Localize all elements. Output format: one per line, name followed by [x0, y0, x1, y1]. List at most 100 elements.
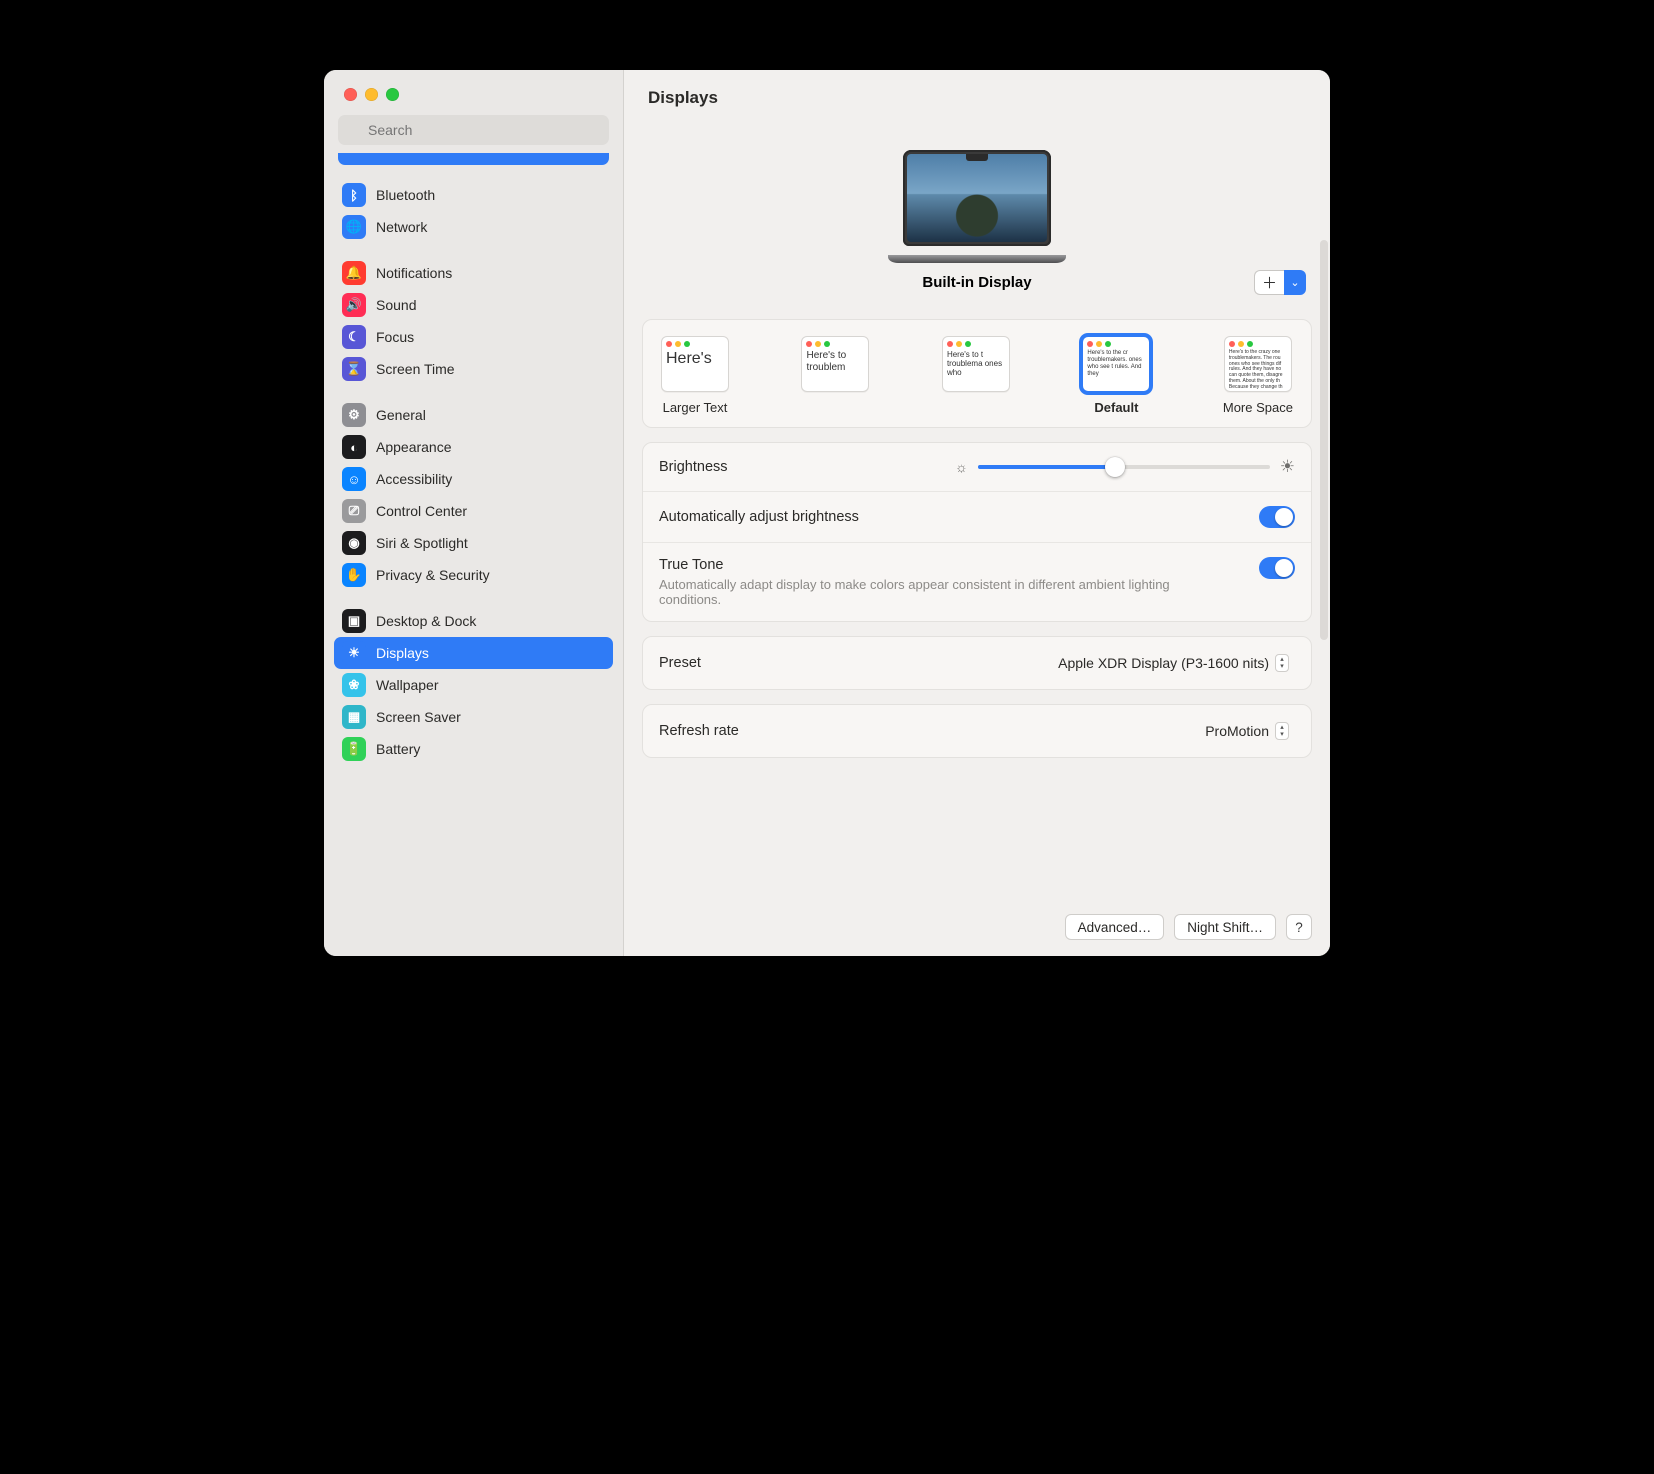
gear-icon: ⚙: [342, 403, 366, 427]
sidebar-item-desktop[interactable]: ▣Desktop & Dock: [334, 605, 613, 637]
switches-icon: ⎚: [342, 499, 366, 523]
moon-icon: ☾: [342, 325, 366, 349]
globe-icon: 🌐: [342, 215, 366, 239]
sidebar-item-label: Sound: [376, 297, 416, 313]
sidebar-item-clipped[interactable]: [338, 153, 609, 165]
sidebar-item-controlcenter[interactable]: ⎚Control Center: [334, 495, 613, 527]
sidebar-item-siri[interactable]: ◉ Siri & Spotlight: [334, 527, 613, 559]
sidebar-item-privacy[interactable]: ✋Privacy & Security: [334, 559, 613, 591]
display-name: Built-in Display: [922, 274, 1031, 291]
speaker-icon: 🔊: [342, 293, 366, 317]
true-tone-description: Automatically adapt display to make colo…: [659, 577, 1179, 607]
sidebar-item-label: Screen Time: [376, 361, 455, 377]
resolution-option-scale2[interactable]: Here's to troublem: [801, 336, 869, 415]
resolution-thumb: Here's to t troublema ones who: [942, 336, 1010, 392]
sidebar-item-battery[interactable]: 🔋Battery: [334, 733, 613, 765]
resolution-panel: Here'sLarger Text Here's to troublem Here…: [642, 319, 1312, 428]
close-window-button[interactable]: [344, 88, 357, 101]
refresh-panel: Refresh rate ProMotion ▴▾: [642, 704, 1312, 758]
refresh-select[interactable]: ProMotion ▴▾: [1195, 719, 1295, 743]
dock-icon: ▣: [342, 609, 366, 633]
resolution-option-larger[interactable]: Here'sLarger Text: [661, 336, 729, 415]
content-header: Displays: [624, 70, 1330, 116]
preset-label: Preset: [659, 655, 701, 671]
sidebar-item-network[interactable]: 🌐 Network: [334, 211, 613, 243]
sidebar-item-label: Displays: [376, 645, 429, 661]
resolution-option-scale3[interactable]: Here's to t troublema ones who: [942, 336, 1010, 415]
sidebar-item-label: Notifications: [376, 265, 452, 281]
page-title: Displays: [648, 88, 1306, 108]
brightness-icon: ☀: [342, 641, 366, 665]
footer-bar: Advanced… Night Shift… ?: [624, 900, 1330, 956]
appearance-icon: ◐: [342, 435, 366, 459]
resolution-thumb: Here's to troublem: [801, 336, 869, 392]
sidebar-item-label: Bluetooth: [376, 187, 435, 203]
sidebar-item-label: General: [376, 407, 426, 423]
sidebar-item-label: Accessibility: [376, 471, 452, 487]
resolution-option-label: Larger Text: [663, 400, 728, 415]
resolution-option-label: [974, 400, 978, 415]
resolution-option-label: Default: [1094, 400, 1138, 415]
refresh-label: Refresh rate: [659, 723, 739, 739]
sidebar-item-bluetooth[interactable]: ᛒ Bluetooth: [334, 179, 613, 211]
refresh-value: ProMotion: [1205, 723, 1269, 739]
auto-brightness-row: Automatically adjust brightness: [643, 491, 1311, 542]
display-preview: Built-in Display ＋ ⌄: [624, 116, 1330, 309]
resolution-option-more[interactable]: Here's to the crazy one troublemakers. T…: [1223, 336, 1293, 415]
sidebar-item-focus[interactable]: ☾Focus: [334, 321, 613, 353]
accessibility-icon: ☺: [342, 467, 366, 491]
sidebar-item-displays[interactable]: ☀ Displays: [334, 637, 613, 669]
add-display-button[interactable]: ＋: [1254, 270, 1284, 295]
system-settings-window: 🔍 ᛒBluetooth🌐Network🔔Notifications🔊Sound…: [324, 70, 1330, 956]
night-shift-button[interactable]: Night Shift…: [1174, 914, 1276, 940]
hourglass-icon: ⌛: [342, 357, 366, 381]
siri-icon: ◉: [342, 531, 366, 555]
bell-icon: 🔔: [342, 261, 366, 285]
sidebar: 🔍 ᛒBluetooth🌐Network🔔Notifications🔊Sound…: [324, 70, 624, 956]
sidebar-list[interactable]: ᛒ Bluetooth 🌐 Network 🔔 Notifications 🔊 Sound ☾F…: [324, 153, 623, 956]
sidebar-item-notifications[interactable]: 🔔 Notifications: [334, 257, 613, 289]
resolution-thumb: Here's to the cr troublemakers. ones who…: [1082, 336, 1150, 392]
bluetooth-icon: ᛒ: [342, 183, 366, 207]
hand-icon: ✋: [342, 563, 366, 587]
preset-row: Preset Apple XDR Display (P3-1600 nits) …: [643, 637, 1311, 689]
sidebar-item-wallpaper[interactable]: ❀Wallpaper: [334, 669, 613, 701]
sidebar-item-screentime[interactable]: ⌛ Screen Time: [334, 353, 613, 385]
battery-icon: 🔋: [342, 737, 366, 761]
true-tone-toggle[interactable]: [1259, 557, 1295, 579]
brightness-high-icon: ☀: [1280, 457, 1295, 477]
sidebar-item-screensaver[interactable]: ▦Screen Saver: [334, 701, 613, 733]
sidebar-item-label: Network: [376, 219, 427, 235]
resolution-option-default[interactable]: Here's to the cr troublemakers. ones who…: [1082, 336, 1150, 415]
brightness-slider[interactable]: [978, 457, 1270, 477]
sidebar-item-label: Appearance: [376, 439, 452, 455]
search-input[interactable]: [338, 115, 609, 145]
sidebar-item-sound[interactable]: 🔊 Sound: [334, 289, 613, 321]
sidebar-item-accessibility[interactable]: ☺ Accessibility: [334, 463, 613, 495]
brightness-row: Brightness ☼ ☀: [643, 443, 1311, 491]
sidebar-item-general[interactable]: ⚙ General: [334, 399, 613, 431]
brightness-label: Brightness: [659, 459, 728, 475]
resolution-thumb: Here's to the crazy one troublemakers. T…: [1224, 336, 1292, 392]
zoom-window-button[interactable]: [386, 88, 399, 101]
content-scrollbar[interactable]: [1320, 240, 1328, 640]
sidebar-item-appearance[interactable]: ◐ Appearance: [334, 431, 613, 463]
stepper-icon: ▴▾: [1275, 654, 1289, 672]
minimize-window-button[interactable]: [365, 88, 378, 101]
preset-panel: Preset Apple XDR Display (P3-1600 nits) …: [642, 636, 1312, 690]
auto-brightness-label: Automatically adjust brightness: [659, 509, 859, 525]
preset-select[interactable]: Apple XDR Display (P3-1600 nits) ▴▾: [1048, 651, 1295, 675]
auto-brightness-toggle[interactable]: [1259, 506, 1295, 528]
add-display-menu-button[interactable]: ⌄: [1284, 270, 1306, 295]
resolution-option-label: [834, 400, 838, 415]
sidebar-item-label: Wallpaper: [376, 677, 439, 693]
content-pane: Displays Built-in Display ＋ ⌄ Here'sLarg…: [624, 70, 1330, 956]
advanced-button[interactable]: Advanced…: [1065, 914, 1165, 940]
sidebar-item-label: Siri & Spotlight: [376, 535, 468, 551]
laptop-icon: [888, 150, 1066, 260]
sidebar-item-label: Screen Saver: [376, 709, 461, 725]
display-settings-panel: Brightness ☼ ☀ Automatically adjust brig…: [642, 442, 1312, 622]
help-button[interactable]: ?: [1286, 914, 1312, 940]
stepper-icon: ▴▾: [1275, 722, 1289, 740]
brightness-low-icon: ☼: [955, 459, 968, 475]
